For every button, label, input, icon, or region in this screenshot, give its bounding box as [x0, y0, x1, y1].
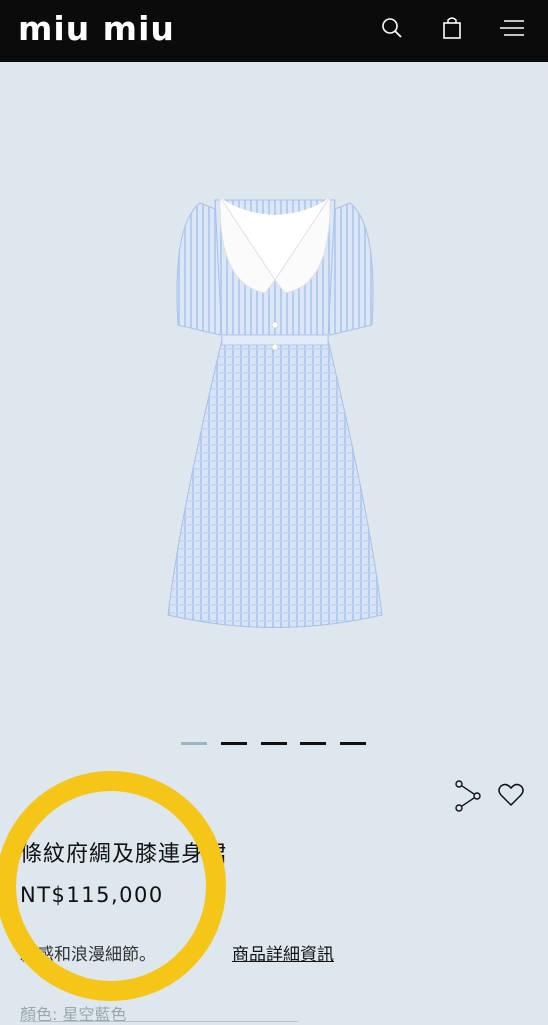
brand-logo[interactable]: miu miu	[18, 9, 175, 49]
menu-icon[interactable]	[498, 14, 526, 42]
search-icon[interactable]	[378, 14, 406, 42]
carousel-dot-3[interactable]	[261, 742, 287, 745]
highlight-circle-annotation	[0, 771, 226, 1001]
bag-icon[interactable]	[438, 14, 466, 42]
product-details-link[interactable]: 商品詳細資訊	[232, 940, 334, 965]
heart-icon[interactable]	[497, 781, 525, 809]
color-divider	[20, 1021, 298, 1022]
product-image[interactable]	[160, 185, 390, 640]
carousel-dot-1[interactable]	[181, 742, 207, 745]
dress-illustration	[167, 195, 383, 628]
top-bar: miu miu	[0, 0, 548, 62]
carousel-dot-5[interactable]	[340, 742, 366, 745]
share-icon[interactable]	[452, 780, 482, 812]
carousel-dot-4[interactable]	[300, 742, 326, 745]
carousel-dot-2[interactable]	[221, 742, 247, 745]
